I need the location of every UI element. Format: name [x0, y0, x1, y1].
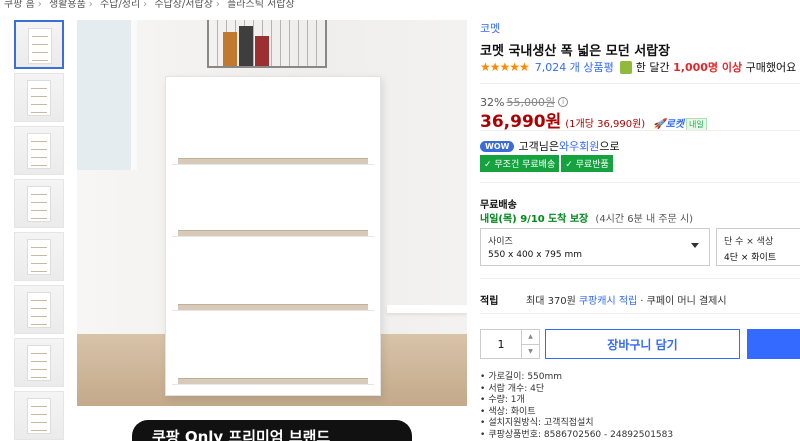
buyers-suffix: 구매했어요	[745, 61, 797, 74]
wow-text-suffix: 으로	[599, 140, 620, 153]
info-icon[interactable]: i	[558, 97, 569, 107]
points-row: 적립 최대 370원 쿠팡캐시 적립 · 쿠페이 머니 결제시	[480, 292, 727, 307]
spec-item: 수량: 1개	[480, 395, 673, 407]
spec-item: 설치지원방식: 고객직접설치	[480, 418, 673, 430]
breadcrumb-item[interactable]: 쿠팡 홈	[4, 0, 35, 10]
delivery-date: 내일(목) 9/10	[480, 214, 545, 225]
spec-item: 색상: 화이트	[480, 407, 673, 419]
tier-color-select[interactable]: 단 수 × 색상 4단 × 화이트	[716, 228, 800, 266]
quantity-value[interactable]: 1	[481, 330, 522, 358]
product-thumbnail[interactable]	[14, 232, 64, 281]
wow-badge: WOW	[480, 140, 515, 152]
window-backdrop	[77, 20, 137, 170]
benefit-badges: ✓ 무조건 무료배송 ✓ 무료반품	[480, 155, 615, 172]
breadcrumb-item[interactable]: 생활용품	[49, 0, 86, 10]
wow-member-link[interactable]: 와우회원	[559, 138, 599, 154]
size-select-label: 사이즈	[488, 237, 513, 247]
size-select-value: 550 x 400 x 795 mm	[488, 250, 583, 260]
delivery-row: 내일(목) 9/10 도착 보장 (4시간 6분 내 주문 시)	[480, 210, 693, 225]
product-thumbnail[interactable]	[14, 179, 64, 228]
product-thumbnail[interactable]	[14, 391, 64, 440]
delivery-guarantee: 도착 보장	[547, 214, 589, 225]
chevron-right-icon: ›	[88, 0, 93, 10]
wire-basket	[207, 20, 327, 68]
buy-now-button[interactable]	[747, 329, 800, 359]
breadcrumb: 쿠팡 홈 › 생활용품 › 수납/정리 › 수납장/서랍장 › 플라스틱 서랍장	[4, 0, 298, 10]
breadcrumb-item[interactable]: 플라스틱 서랍장	[227, 0, 295, 10]
spec-item: 가로길이: 550mm	[480, 372, 673, 384]
buyers-prefix: 한 달간	[635, 61, 670, 74]
size-select[interactable]: 사이즈 550 x 400 x 795 mm	[480, 228, 710, 266]
quantity-stepper[interactable]: 1 ▲ ▼	[480, 329, 540, 359]
wall-shelf	[387, 305, 467, 313]
chevron-down-icon	[691, 243, 699, 248]
product-thumbnail[interactable]	[14, 285, 64, 334]
order-deadline-note: (4시간 6분 내 주문 시)	[595, 214, 694, 225]
spec-list: 가로길이: 550mm 서랍 개수: 4단 수량: 1개 색상: 화이트 설치지…	[480, 372, 673, 441]
shipping-label: 무료배송	[480, 200, 517, 211]
price-row: 36,990원 (1개당 36,990원) 🚀로켓 내일	[480, 107, 707, 132]
product-thumbnail[interactable]	[14, 73, 64, 122]
chevron-right-icon: ›	[215, 0, 220, 10]
divider	[480, 130, 800, 131]
buyers-count: 1,000명 이상	[673, 61, 743, 74]
chevron-right-icon: ›	[37, 0, 42, 10]
divider	[480, 182, 800, 183]
chevron-down-icon[interactable]: ▼	[522, 345, 539, 359]
product-title: 코멧 국내생산 폭 넓은 모던 서랍장	[480, 44, 671, 59]
points-suffix: · 쿠페이 머니 결제시	[640, 296, 727, 307]
unit-price: (1개당 36,990원)	[565, 119, 646, 130]
breadcrumb-item[interactable]: 수납/정리	[100, 0, 140, 10]
divider	[480, 83, 800, 84]
spec-item: 쿠팡상품번호: 8586702560 - 24892501583	[480, 430, 673, 441]
thumbnail-list	[14, 20, 66, 441]
add-to-cart-button[interactable]: 장바구니 담기	[545, 329, 740, 359]
wow-row: WOW 고객님은 와우회원 으로	[480, 138, 620, 154]
sale-price: 36,990원	[480, 112, 562, 132]
wow-text-prefix: 고객님은	[518, 140, 559, 153]
divider	[480, 313, 800, 314]
product-thumbnail[interactable]	[14, 20, 64, 69]
brand-banner[interactable]: 쿠팡 Only 프리미엄 브랜드	[132, 420, 412, 441]
review-count-link[interactable]: 7,024 개 상품평	[535, 59, 614, 75]
free-shipping-badge: ✓ 무조건 무료배송	[480, 155, 560, 172]
breadcrumb-item[interactable]: 수납장/서랍장	[154, 0, 213, 10]
divider	[480, 278, 800, 279]
spec-item: 서랍 개수: 4단	[480, 384, 673, 396]
brand-link[interactable]: 코멧	[480, 20, 500, 36]
points-label: 적립	[480, 296, 499, 307]
rating-row: ★★★★★ 7,024 개 상품평 한 달간 1,000명 이상 구매했어요	[480, 59, 796, 75]
star-rating: ★★★★★	[480, 60, 530, 74]
chevron-up-icon[interactable]: ▲	[522, 330, 539, 345]
product-thumbnail[interactable]	[14, 126, 64, 175]
drawer-cabinet	[165, 76, 381, 396]
main-product-image[interactable]	[77, 20, 467, 406]
shopping-bag-icon	[619, 60, 632, 74]
chevron-right-icon: ›	[143, 0, 148, 10]
points-amount: 최대 370원	[526, 296, 576, 307]
free-return-badge: ✓ 무료반품	[561, 155, 613, 172]
product-thumbnail[interactable]	[14, 338, 64, 387]
rocket-delivery-icon: 🚀로켓	[653, 119, 685, 130]
coupang-cash-link[interactable]: 쿠팡캐시 적립	[579, 292, 637, 307]
tier-color-label: 단 수 × 색상	[724, 237, 774, 247]
tier-color-value: 4단 × 화이트	[724, 253, 777, 263]
